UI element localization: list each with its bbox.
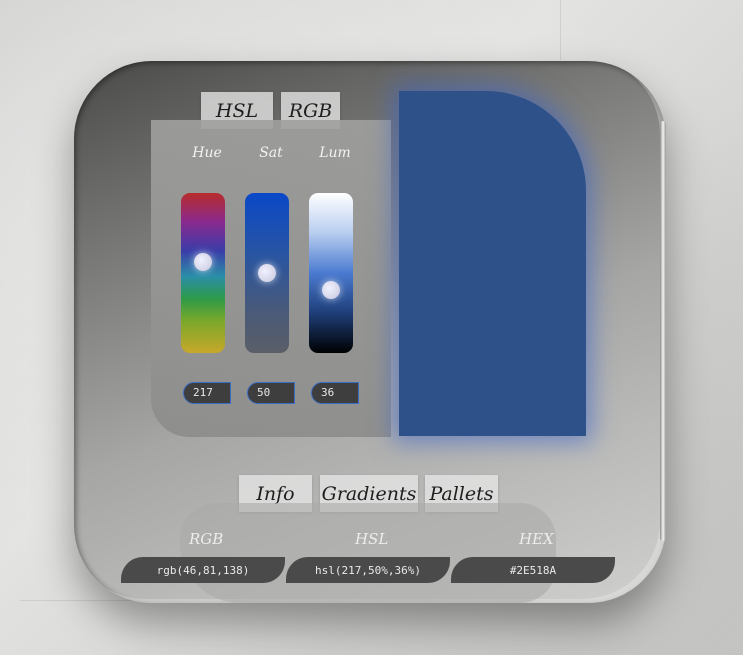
hsl-label: HSL [355, 530, 389, 548]
sat-value-input[interactable]: 50 [247, 382, 295, 404]
hex-value[interactable]: #2E518A [451, 557, 615, 583]
hex-label: HEX [519, 530, 554, 548]
color-preview [399, 91, 586, 436]
hue-value-input[interactable]: 217 [183, 382, 231, 404]
lum-slider-handle[interactable] [322, 281, 340, 299]
rgb-label: RGB [189, 530, 224, 548]
hsl-value[interactable]: hsl(217,50%,36%) [286, 557, 450, 583]
sat-label: Sat [259, 145, 283, 161]
hue-slider[interactable] [181, 193, 225, 353]
info-panel [180, 503, 556, 603]
hue-slider-handle[interactable] [194, 253, 212, 271]
lum-label: Lum [319, 145, 351, 161]
device-rim [660, 121, 666, 541]
wall-texture [560, 0, 561, 60]
lum-value-input[interactable]: 36 [311, 382, 359, 404]
lum-slider[interactable] [309, 193, 353, 353]
sat-slider-handle[interactable] [258, 264, 276, 282]
rgb-value[interactable]: rgb(46,81,138) [121, 557, 285, 583]
hue-label: Hue [192, 145, 222, 161]
sat-slider[interactable] [245, 193, 289, 353]
